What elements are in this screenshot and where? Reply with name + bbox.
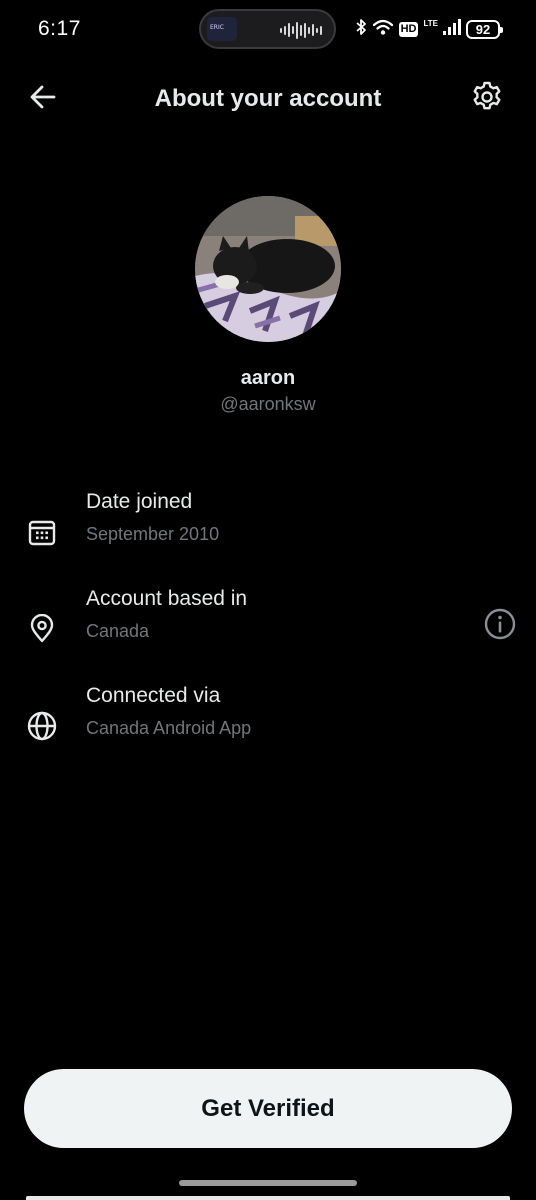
status-bar: 6:17 ERIC HD LTE 92 <box>0 0 536 60</box>
status-time: 6:17 <box>38 17 81 40</box>
page-title: About your account <box>154 85 382 112</box>
info-icon <box>483 607 517 646</box>
info-row-account-based-in: Account based in Canada <box>0 587 536 661</box>
header: About your account <box>0 70 536 128</box>
display-name: aaron <box>240 367 296 389</box>
calendar-icon <box>24 514 60 550</box>
info-title: Account based in <box>86 587 248 610</box>
now-playing-artwork: ERIC <box>207 17 237 41</box>
globe-icon <box>24 708 60 744</box>
signal-icon <box>443 18 461 41</box>
info-row-connected-via: Connected via Canada Android App <box>0 684 536 758</box>
info-button[interactable] <box>481 607 519 645</box>
info-value: Canada <box>86 621 150 641</box>
location-pin-icon <box>24 611 60 647</box>
info-title: Connected via <box>86 684 221 707</box>
settings-button[interactable] <box>469 81 505 117</box>
audio-waveform-icon <box>280 21 322 39</box>
bottom-sheet-edge <box>26 1196 510 1200</box>
status-indicators: HD LTE 92 <box>355 16 503 42</box>
wifi-icon <box>372 18 394 41</box>
info-value: September 2010 <box>86 524 220 544</box>
bluetooth-icon <box>355 18 367 41</box>
info-title: Date joined <box>86 490 193 513</box>
dynamic-island[interactable]: ERIC <box>199 9 336 49</box>
info-row-date-joined: Date joined September 2010 <box>0 490 536 564</box>
hd-voice-badge: HD <box>398 21 419 37</box>
gear-icon <box>470 80 504 119</box>
get-verified-button[interactable]: Get Verified <box>24 1069 512 1148</box>
username-handle: @aaronksw <box>220 394 316 414</box>
battery-icon: 92 <box>466 19 503 39</box>
network-type: LTE <box>423 18 438 28</box>
avatar[interactable] <box>195 196 341 342</box>
info-value: Canada Android App <box>86 718 252 738</box>
home-indicator[interactable] <box>179 1180 357 1186</box>
